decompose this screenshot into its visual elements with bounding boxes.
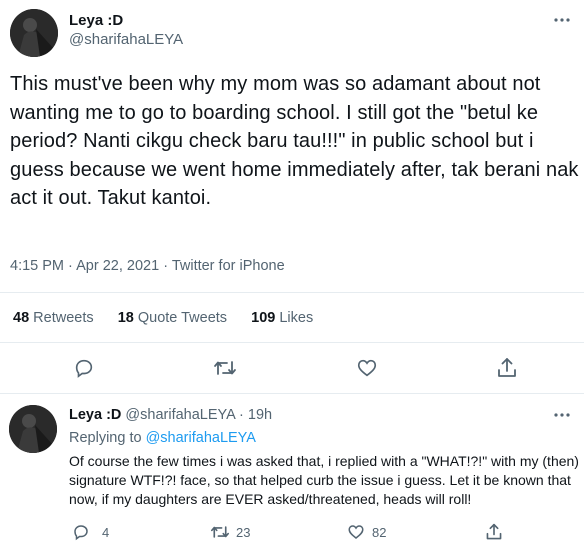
retweets-stat[interactable]: 48 Retweets [13, 310, 98, 326]
avatar[interactable] [10, 9, 58, 57]
reply-header: Leya :D @sharifahaLEYA · 19h [69, 407, 272, 423]
author-name[interactable]: Leya :D [69, 12, 123, 29]
share-icon[interactable] [485, 522, 503, 542]
quotes-label: Quote Tweets [137, 310, 228, 326]
divider [0, 342, 584, 343]
retweet-icon[interactable] [210, 523, 230, 541]
tweet-time[interactable]: 4:15 PM [10, 258, 64, 274]
quotes-stat[interactable]: 18 Quote Tweets [118, 310, 231, 326]
meta-separator: · [239, 407, 244, 423]
reply-icon[interactable] [72, 523, 90, 541]
meta-separator: · [163, 258, 169, 274]
reply-author-handle[interactable]: @sharifahaLEYA [125, 407, 235, 423]
share-icon[interactable] [496, 356, 518, 380]
retweets-label: Retweets [33, 310, 94, 326]
tweet-source[interactable]: Twitter for iPhone [172, 258, 285, 274]
reply-icon[interactable] [73, 357, 95, 379]
replying-to-label: Replying to [69, 430, 142, 446]
tweet-meta: 4:15 PM · Apr 22, 2021 · Twitter for iPh… [10, 258, 285, 274]
retweets-count: 48 [13, 310, 30, 326]
likes-stat[interactable]: 109 Likes [251, 310, 313, 326]
reply-likes-count: 82 [372, 525, 387, 540]
reply-author-name[interactable]: Leya :D [69, 407, 121, 423]
tweet-text: This must've been why my mom was so adam… [10, 73, 579, 209]
divider [0, 393, 584, 394]
reply-retweets-count: 23 [236, 525, 251, 540]
reply-text: Of course the few times i was asked that… [69, 453, 579, 507]
tweet-date[interactable]: Apr 22, 2021 [76, 258, 159, 274]
like-icon[interactable] [356, 357, 378, 379]
reply-time-ago[interactable]: 19h [248, 407, 272, 423]
likes-count: 109 [251, 310, 276, 326]
retweet-icon[interactable] [213, 357, 237, 379]
quotes-count: 18 [117, 310, 134, 326]
like-icon[interactable] [347, 523, 365, 541]
more-dots-icon[interactable] [552, 10, 572, 30]
reply-more-dots-icon[interactable] [552, 405, 572, 425]
meta-separator: · [68, 258, 73, 274]
reply-replies-count: 4 [102, 525, 110, 540]
author-handle[interactable]: @sharifahaLEYA [69, 31, 183, 48]
replying-to: Replying to @sharifahaLEYA [69, 430, 256, 446]
divider [0, 292, 584, 293]
replying-to-handle[interactable]: @sharifahaLEYA [146, 430, 256, 446]
tweet-stats: 48 Retweets 18 Quote Tweets 109 Likes [13, 310, 313, 326]
reply-avatar[interactable] [9, 405, 57, 453]
likes-label: Likes [279, 310, 314, 326]
reply-actions: 4 23 82 [72, 523, 582, 543]
